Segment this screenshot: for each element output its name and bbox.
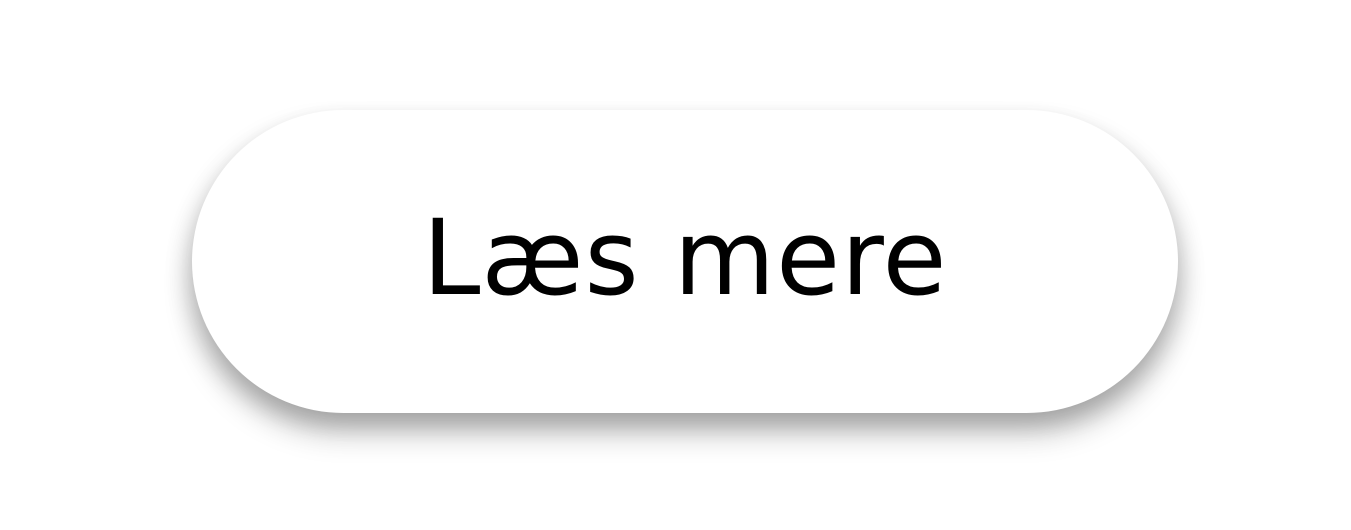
- read-more-button-label: Læs mere: [422, 196, 948, 319]
- read-more-button[interactable]: Læs mere: [192, 110, 1178, 413]
- page: Læs mere: [0, 0, 1351, 530]
